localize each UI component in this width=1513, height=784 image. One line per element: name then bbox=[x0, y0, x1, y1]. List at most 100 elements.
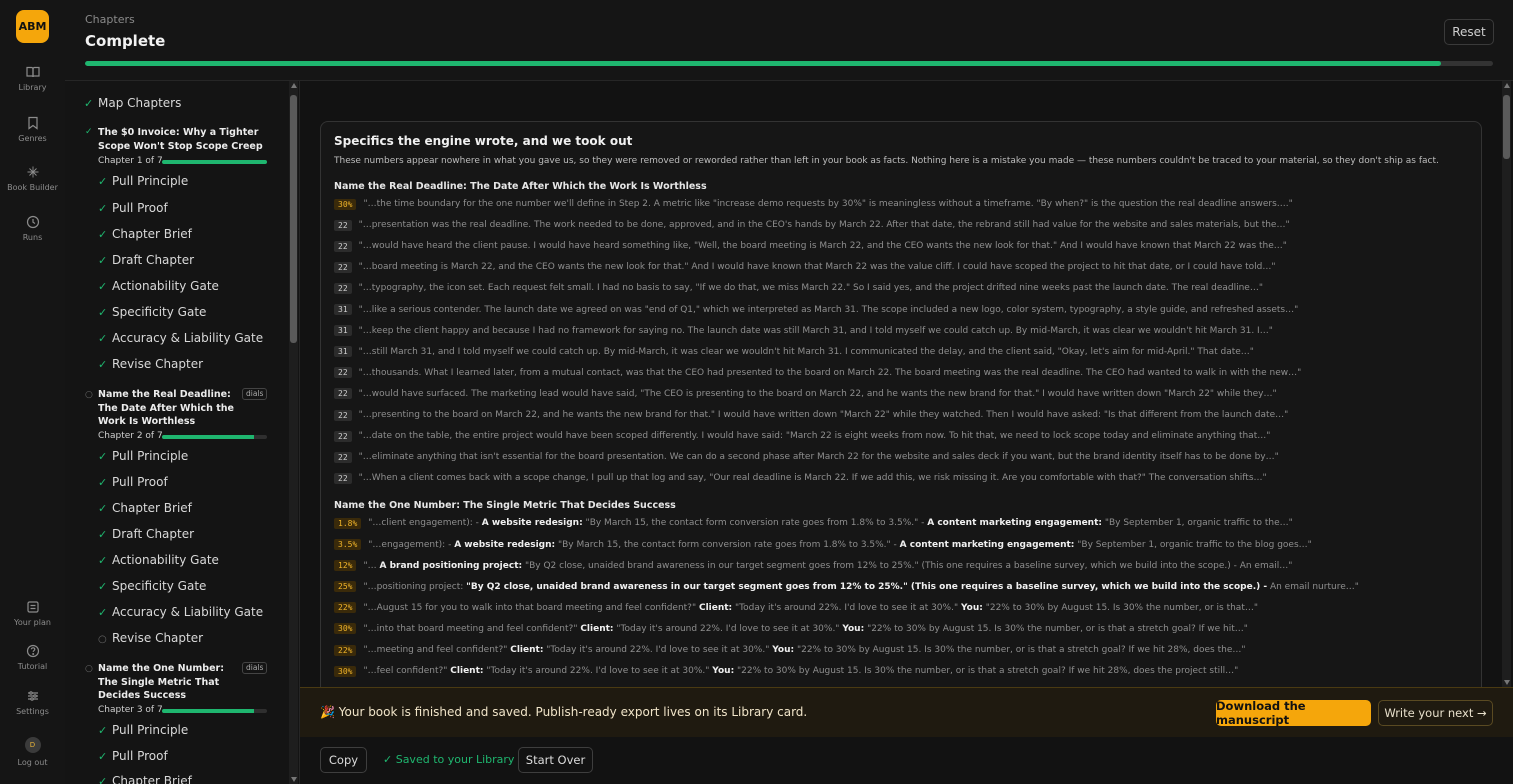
step-item[interactable]: ✓ Draft Chapter bbox=[98, 253, 194, 267]
dials-badge: dials bbox=[242, 388, 268, 400]
write-next-button[interactable]: Write your next → bbox=[1378, 700, 1493, 726]
removed-number-row: 30% "…into that board meeting and feel co… bbox=[334, 622, 1248, 636]
number-badge: 31 bbox=[334, 346, 352, 358]
scroll-up-icon[interactable] bbox=[1504, 83, 1510, 88]
step-item[interactable]: ✓ Draft Chapter bbox=[98, 527, 194, 541]
removed-number-row: 31 "…keep the client happy and because I … bbox=[334, 324, 1273, 338]
number-badge: 1.8% bbox=[334, 517, 362, 529]
map-chapters-step[interactable]: ✓ Map Chapters bbox=[84, 96, 181, 110]
check-icon: ✓ bbox=[98, 280, 108, 293]
step-item[interactable]: ✓ Pull Proof bbox=[98, 201, 168, 215]
step-item[interactable]: ✓ Pull Proof bbox=[98, 475, 168, 489]
reset-button[interactable]: Reset bbox=[1444, 19, 1494, 45]
step-label: Accuracy & Liability Gate bbox=[112, 331, 264, 345]
excerpt-emphasis: Client: bbox=[510, 645, 544, 655]
step-item[interactable]: ✓ Revise Chapter bbox=[98, 357, 203, 371]
number-badge: 22 bbox=[334, 261, 352, 273]
scroll-down-icon[interactable] bbox=[291, 777, 297, 782]
copy-button[interactable]: Copy bbox=[320, 747, 367, 773]
step-item[interactable]: ✓ Accuracy & Liability Gate bbox=[98, 331, 263, 345]
excerpt-text: "…would have heard the client pause. I w… bbox=[358, 241, 1287, 252]
excerpt-text: "…August 15 for you to walk into that bo… bbox=[363, 603, 1258, 613]
scroll-down-icon[interactable] bbox=[1504, 680, 1510, 685]
rail-item-label: Log out bbox=[17, 758, 48, 767]
excerpt-text: "…client engagement): - A website redesi… bbox=[368, 518, 1293, 528]
removed-number-row: 22% "…August 15 for you to walk into that… bbox=[334, 601, 1258, 615]
bookmark-icon bbox=[27, 116, 38, 130]
step-item[interactable]: ✓ Pull Principle bbox=[98, 723, 188, 737]
excerpt-emphasis: You: bbox=[842, 623, 865, 634]
number-badge: 22 bbox=[334, 282, 352, 294]
excerpt-emphasis: Client: bbox=[698, 602, 733, 613]
rail-item-book-builder[interactable]: Book Builder bbox=[0, 165, 65, 192]
breadcrumb[interactable]: Chapters bbox=[85, 13, 135, 26]
number-badge: 31 bbox=[334, 325, 352, 337]
step-item[interactable]: ✓ Pull Proof bbox=[98, 749, 168, 763]
main-scrollbar[interactable] bbox=[1502, 81, 1511, 687]
chapter-meta: Chapter 1 of 7 bbox=[98, 156, 163, 166]
excerpt-emphasis: A website redesign: bbox=[454, 539, 556, 550]
removed-number-row: 22 "…thousands. What I learned later, fro… bbox=[334, 366, 1301, 380]
app-logo[interactable]: ABM bbox=[16, 10, 49, 43]
step-item[interactable]: ○ Revise Chapter bbox=[98, 631, 203, 645]
removed-number-row: 22 "…presentation was the real deadline. … bbox=[334, 218, 1290, 232]
excerpt-fragment: "By March 15, the contact form conversio… bbox=[555, 539, 900, 550]
excerpt-emphasis: A content marketing engagement: bbox=[927, 518, 1102, 529]
rail-item-log-out[interactable]: D Log out bbox=[0, 737, 65, 767]
rail-item-settings[interactable]: Settings bbox=[0, 689, 65, 716]
circle-icon: ○ bbox=[85, 664, 93, 674]
number-badge: 30% bbox=[334, 198, 357, 210]
rail-item-label: Your plan bbox=[14, 618, 51, 627]
removed-number-row: 25% "…positioning project: "By Q2 close, … bbox=[334, 580, 1359, 594]
chapter-title[interactable]: The $0 Invoice: Why a Tighter Scope Won'… bbox=[98, 126, 268, 153]
excerpt-fragment: "…feel confident?" bbox=[363, 666, 451, 677]
excerpt-text: "…When a client comes back with a scope … bbox=[358, 473, 1267, 484]
step-item[interactable]: ✓ Accuracy & Liability Gate bbox=[98, 605, 263, 619]
step-item[interactable]: ✓ Chapter Brief bbox=[98, 774, 192, 784]
step-item[interactable]: ✓ Chapter Brief bbox=[98, 501, 192, 515]
scrollbar-thumb[interactable] bbox=[1503, 95, 1510, 159]
excerpt-fragment: "By September 1, organic traffic to the … bbox=[1074, 539, 1312, 550]
chapter-title[interactable]: Name the One Number: The Single Metric T… bbox=[98, 662, 238, 703]
excerpt-text: "…would have surfaced. The marketing lea… bbox=[358, 388, 1277, 399]
step-item[interactable]: ✓ Specificity Gate bbox=[98, 579, 206, 593]
check-icon: ✓ bbox=[98, 528, 108, 541]
step-label: Actionability Gate bbox=[112, 279, 219, 293]
page-header: Chapters Complete Reset bbox=[65, 0, 1513, 81]
scroll-up-icon[interactable] bbox=[291, 83, 297, 88]
step-item[interactable]: ✓ Specificity Gate bbox=[98, 305, 206, 319]
rail-item-your-plan[interactable]: Your plan bbox=[0, 600, 65, 627]
card-subtitle: These numbers appear nowhere in what you… bbox=[334, 156, 1439, 166]
step-item[interactable]: ✓ Actionability Gate bbox=[98, 279, 219, 293]
rail-item-runs[interactable]: Runs bbox=[0, 215, 65, 242]
scrollbar-thumb[interactable] bbox=[290, 95, 297, 343]
removed-number-row: 31 "…like a serious contender. The launch… bbox=[334, 303, 1298, 317]
start-over-button[interactable]: Start Over bbox=[518, 747, 593, 773]
number-badge: 30% bbox=[334, 665, 357, 677]
removed-number-row: 22 "…would have heard the client pause. I… bbox=[334, 239, 1287, 253]
excerpt-text: "…date on the table, the entire project … bbox=[358, 431, 1271, 442]
removed-number-row: 22 "…would have surfaced. The marketing l… bbox=[334, 387, 1277, 401]
check-icon: ✓ bbox=[98, 476, 108, 489]
step-label: Specificity Gate bbox=[112, 305, 207, 319]
download-manuscript-button[interactable]: Download the manuscript bbox=[1216, 699, 1371, 727]
removed-number-row: 30% "…the time boundary for the one numbe… bbox=[334, 197, 1293, 211]
removed-number-row: 22% "…meeting and feel confident?" Client… bbox=[334, 643, 1246, 657]
step-label: Actionability Gate bbox=[112, 553, 219, 567]
step-label: Pull Proof bbox=[112, 475, 168, 489]
plan-icon bbox=[26, 601, 39, 613]
excerpt-text: "…typography, the icon set. Each request… bbox=[358, 283, 1263, 294]
rail-item-genres[interactable]: Genres bbox=[0, 116, 65, 143]
removed-number-row: 22 "…When a client comes back with a scop… bbox=[334, 471, 1267, 485]
sidebar-scrollbar[interactable] bbox=[289, 81, 298, 784]
removed-number-row: 22 "…presenting to the board on March 22,… bbox=[334, 408, 1288, 422]
step-item[interactable]: ✓ Pull Principle bbox=[98, 174, 188, 188]
chapter-title[interactable]: Name the Real Deadline: The Date After W… bbox=[98, 388, 238, 429]
step-item[interactable]: ✓ Chapter Brief bbox=[98, 227, 192, 241]
number-badge: 22 bbox=[334, 472, 352, 484]
number-badge: 22 bbox=[334, 409, 352, 421]
step-item[interactable]: ✓ Actionability Gate bbox=[98, 553, 219, 567]
rail-item-tutorial[interactable]: Tutorial bbox=[0, 644, 65, 671]
rail-item-library[interactable]: Library bbox=[0, 65, 65, 92]
step-item[interactable]: ✓ Pull Principle bbox=[98, 449, 188, 463]
